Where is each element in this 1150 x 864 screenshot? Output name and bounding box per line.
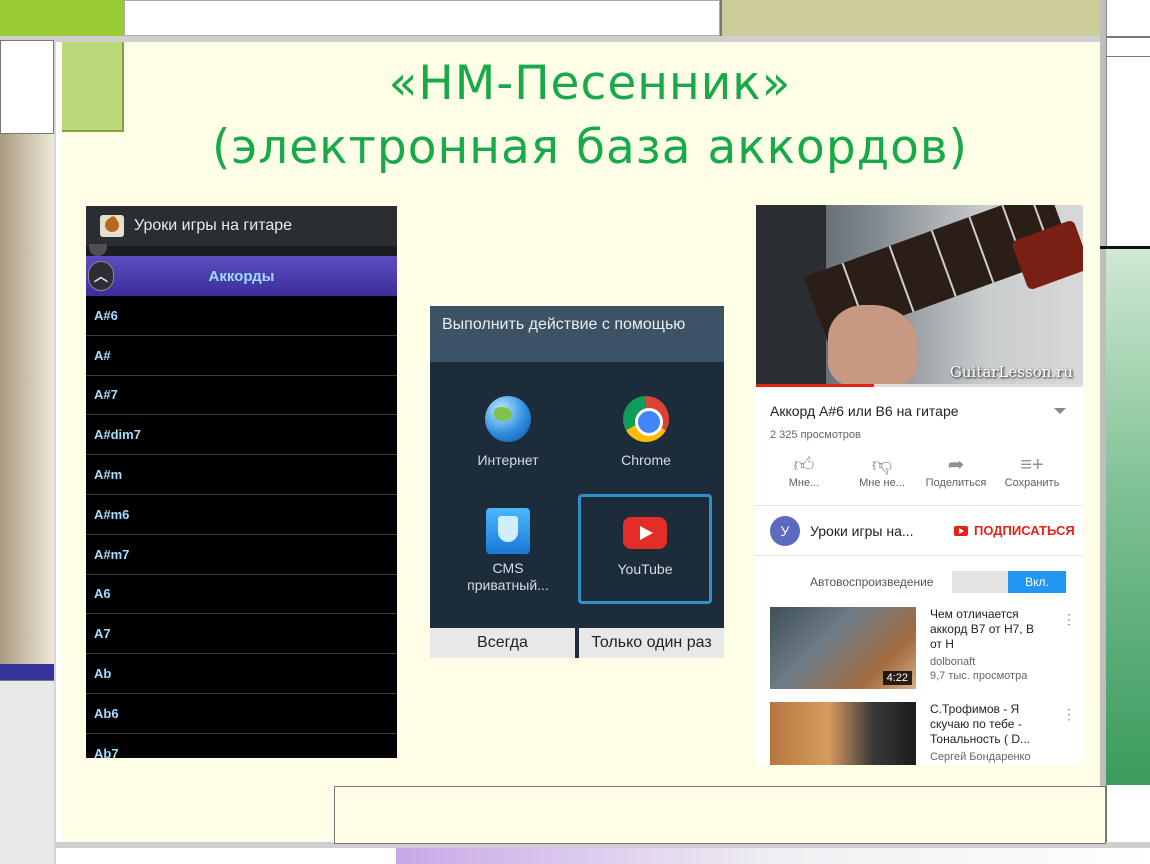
more-options-icon[interactable]: ⋮: [1062, 611, 1076, 628]
app-option-chrome[interactable]: Chrome: [578, 396, 714, 468]
youtube-screenshot: GuitarLesson.ru Аккорд A#6 или B6 на гит…: [756, 205, 1083, 765]
app-option-internet[interactable]: Интернет: [440, 396, 576, 468]
right-top-rule: [1106, 36, 1150, 38]
recommended-channel: dolbonaft: [930, 656, 976, 668]
top-khaki-block: [720, 0, 1100, 36]
share-label: Поделиться: [925, 477, 987, 489]
like-label: Мне...: [788, 477, 820, 489]
hand-image: [828, 305, 918, 387]
left-blue-strip: [0, 664, 54, 680]
chord-item[interactable]: A6: [86, 575, 397, 615]
video-thumbnail[interactable]: 4:22: [770, 607, 916, 689]
chord-item[interactable]: A7: [86, 614, 397, 655]
divider: [756, 505, 1083, 506]
recommended-views: 9,7 тыс. просмотра: [930, 670, 1028, 682]
title-line-1: «НМ-Песенник»: [388, 56, 792, 111]
chord-item[interactable]: A#dim7: [86, 415, 397, 456]
slide-title: «НМ-Песенник» (электронная база аккордов…: [130, 52, 1050, 180]
left-white-block: [0, 40, 54, 134]
chord-item[interactable]: Ab6: [86, 694, 397, 734]
save-label: Сохранить: [1004, 477, 1060, 489]
like-button[interactable]: 👍︎ Мне...: [770, 453, 838, 489]
app-option-cms[interactable]: CMS приватный...: [440, 508, 576, 594]
left-lower-block: [0, 680, 54, 864]
chord-item[interactable]: A#7: [86, 376, 397, 416]
thumbs-down-icon: 👎︎: [871, 454, 893, 476]
share-button[interactable]: ➦ Поделиться: [922, 453, 990, 489]
app-option-youtube[interactable]: YouTube: [578, 494, 712, 604]
right-green-strip: [1106, 249, 1150, 785]
chord-item[interactable]: A#6: [86, 296, 397, 336]
autoplay-state: Вкл.: [1008, 571, 1066, 593]
view-count: 2 325 просмотров: [770, 429, 861, 441]
share-dialog-screenshot: Выполнить действие с помощью Интернет Ch…: [430, 306, 724, 658]
section-header-label: Аккорды: [208, 267, 275, 285]
save-button[interactable]: ≡+ Сохранить: [998, 453, 1066, 489]
chord-list: A#6 A# A#7 A#dim7 A#m A#m6 A#m7 A6 A7 Ab…: [86, 296, 397, 758]
add-to-playlist-icon: ≡+: [1020, 454, 1044, 476]
subscribe-label: ПОДПИСАТЬСЯ: [974, 523, 1075, 538]
bottom-outline-block: [334, 786, 1106, 844]
top-white-block: [124, 0, 720, 36]
dislike-label: Мне не...: [859, 477, 905, 489]
chords-section-header[interactable]: ︿ Аккорды: [86, 256, 397, 296]
app-title-bar: Уроки игры на гитаре: [86, 206, 397, 246]
chord-item[interactable]: Ab7: [86, 734, 397, 758]
green-accent-block: [62, 42, 124, 132]
chord-item[interactable]: Ab: [86, 654, 397, 694]
app-option-label: CMS приватный...: [467, 560, 549, 593]
share-icon: ➦: [947, 454, 965, 476]
recommended-title: Чем отличается аккорд B7 от H7, B от H: [930, 607, 1034, 651]
autoplay-label: Автовоспроизведение: [810, 575, 934, 589]
chord-item[interactable]: A#: [86, 336, 397, 376]
autoplay-toggle[interactable]: Вкл.: [952, 571, 1066, 593]
channel-name[interactable]: Уроки игры на...: [810, 523, 914, 539]
video-title: Аккорд A#6 или B6 на гитаре: [770, 403, 959, 419]
title-line-2: (электронная база аккордов): [212, 120, 968, 175]
chord-item[interactable]: A#m6: [86, 495, 397, 535]
app-title: Уроки игры на гитаре: [134, 217, 293, 234]
bottom-gradient-strip: [396, 848, 1150, 864]
right-top-rule-thin: [1106, 56, 1150, 57]
bottom-white-strip: [62, 848, 396, 864]
green-corner-block: [0, 0, 126, 36]
chord-item[interactable]: A#m7: [86, 535, 397, 575]
chords-app-screenshot: Уроки игры на гитаре ︿ Аккорды A#6 A# A#…: [86, 206, 397, 758]
recommended-video[interactable]: С.Трофимов - Я скучаю по тебе - Тонально…: [770, 702, 1076, 765]
browser-globe-icon: [485, 396, 531, 442]
app-option-label: Интернет: [477, 452, 539, 468]
expand-description-icon[interactable]: [1054, 408, 1066, 414]
dislike-button[interactable]: 👎︎ Мне не...: [848, 453, 916, 489]
chrome-icon: [623, 396, 669, 442]
shield-icon: [486, 508, 530, 554]
youtube-icon: [623, 517, 667, 549]
just-once-button[interactable]: Только один раз: [579, 628, 724, 658]
thumbs-up-icon: 👍︎: [793, 454, 815, 476]
collapse-bar: [86, 244, 397, 256]
chord-item[interactable]: A#m: [86, 455, 397, 495]
collapse-knob-icon[interactable]: [89, 244, 107, 256]
video-watermark: GuitarLesson.ru: [949, 363, 1073, 381]
channel-avatar[interactable]: У: [770, 516, 800, 546]
more-options-icon[interactable]: ⋮: [1062, 706, 1076, 723]
subscribe-button[interactable]: ПОДПИСАТЬСЯ: [954, 523, 1075, 538]
app-option-label: YouTube: [617, 561, 673, 577]
video-duration: 4:22: [882, 671, 912, 685]
share-dialog-buttons: Всегда Только один раз: [430, 628, 724, 658]
video-thumbnail[interactable]: [770, 702, 916, 765]
top-rule: [0, 36, 1150, 42]
always-button[interactable]: Всегда: [430, 628, 575, 658]
video-progress-bar[interactable]: [756, 384, 1083, 387]
share-dialog-heading: Выполнить действие с помощью: [430, 306, 724, 362]
recommended-video[interactable]: 4:22 Чем отличается аккорд B7 от H7, B о…: [770, 607, 1076, 689]
recommended-channel: Сергей Бондаренко: [930, 751, 1031, 763]
youtube-logo-icon: [954, 525, 968, 536]
divider: [756, 555, 1083, 556]
recommended-title: С.Трофимов - Я скучаю по тебе - Тонально…: [930, 702, 1031, 746]
chevron-up-icon[interactable]: ︿: [88, 261, 114, 291]
video-player[interactable]: GuitarLesson.ru: [756, 205, 1083, 387]
left-tan-strip: [0, 134, 54, 664]
guitar-app-icon: [100, 215, 124, 237]
app-option-label: Chrome: [621, 452, 671, 468]
